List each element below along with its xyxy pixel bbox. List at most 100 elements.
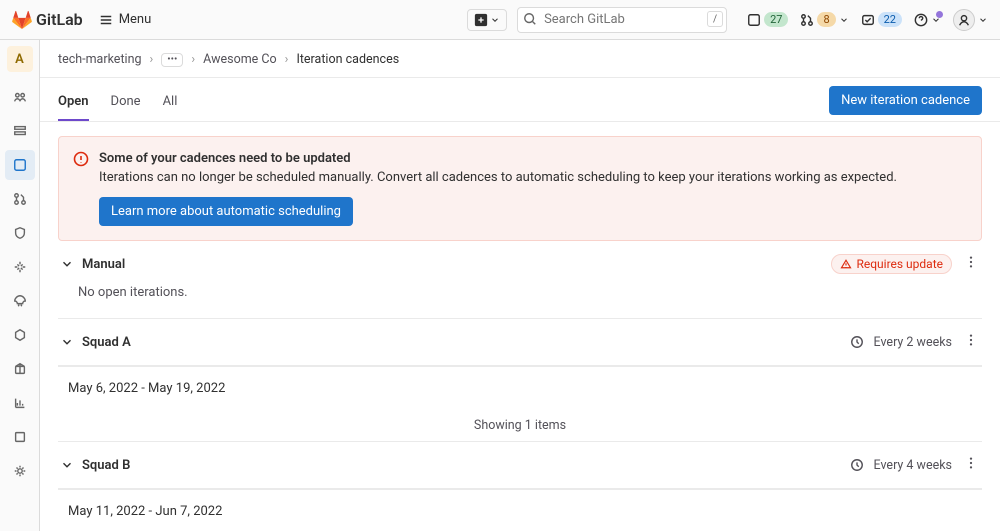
top-nav: GitLab Menu / 27 8 22: [0, 0, 1000, 40]
iteration-row[interactable]: May 6, 2022 - May 19, 2022: [58, 366, 982, 410]
empty-state-text: No open iterations.: [60, 275, 980, 306]
sidebar-item-merge-requests[interactable]: [5, 184, 35, 214]
gitlab-logo[interactable]: GitLab: [12, 10, 83, 30]
main-content: tech-marketing › ••• › Awesome Co › Iter…: [40, 40, 1000, 531]
requires-update-badge: Requires update: [831, 254, 952, 274]
breadcrumb-current: Iteration cadences: [296, 52, 399, 67]
tab-all[interactable]: All: [163, 84, 178, 121]
cadence-header[interactable]: Squad A Every 2 weeks: [60, 331, 980, 353]
create-new-dropdown[interactable]: [467, 9, 507, 31]
chevron-down-icon[interactable]: [60, 335, 74, 349]
book-icon: [13, 430, 27, 444]
sidebar-item-kubernetes[interactable]: [5, 320, 35, 350]
breadcrumb-group[interactable]: Awesome Co: [203, 52, 277, 67]
merge-request-icon: [800, 13, 814, 27]
menu-label: Menu: [119, 12, 152, 27]
epic-icon: [13, 124, 27, 138]
cadence-section: Squad B Every 4 weeks: [58, 442, 982, 489]
shield-icon: [13, 226, 27, 240]
chevron-right-icon: ›: [191, 52, 195, 67]
search-kbd-hint: /: [707, 11, 723, 27]
menu-button[interactable]: Menu: [93, 8, 158, 31]
issues-icon: [13, 158, 27, 172]
sidebar-item-analytics[interactable]: [5, 388, 35, 418]
kebab-icon: [964, 456, 978, 470]
cadence-header[interactable]: Manual Requires update: [60, 253, 980, 275]
cadence-section: Squad A Every 2 weeks: [58, 319, 982, 366]
question-icon: [914, 13, 928, 27]
update-alert: Some of your cadences need to be updated…: [58, 136, 982, 241]
chevron-right-icon: ›: [285, 52, 289, 67]
cadence-title: Squad B: [82, 458, 130, 473]
kebab-icon: [964, 333, 978, 347]
side-nav: A: [0, 40, 40, 531]
chart-icon: [13, 396, 27, 410]
sidebar-item-packages[interactable]: [5, 354, 35, 384]
search-input[interactable]: [517, 7, 727, 33]
sidebar-item-issues[interactable]: [5, 150, 35, 180]
tab-done[interactable]: Done: [111, 84, 141, 121]
sidebar-item-ci[interactable]: [5, 252, 35, 282]
showing-count: Showing 1 items: [58, 410, 982, 442]
todo-icon: [861, 13, 875, 27]
cadence-actions-menu[interactable]: [962, 331, 980, 353]
gear-icon: [13, 464, 27, 478]
cadence-title: Squad A: [82, 335, 131, 350]
warning-icon: [840, 258, 852, 270]
breadcrumb-root[interactable]: tech-marketing: [58, 52, 142, 67]
chevron-down-icon[interactable]: [60, 257, 74, 271]
sidebar-item-security[interactable]: [5, 218, 35, 248]
nav-counters: 27 8 22: [747, 9, 988, 31]
plus-square-icon: [474, 13, 488, 27]
help-dropdown[interactable]: [914, 13, 941, 27]
rocket-icon: [13, 260, 27, 274]
sidebar-item-settings[interactable]: [5, 456, 35, 486]
tab-open[interactable]: Open: [58, 84, 89, 121]
cadence-actions-menu[interactable]: [962, 253, 980, 275]
chevron-down-icon: [490, 13, 500, 27]
user-avatar: [953, 9, 975, 31]
sidebar-item-info[interactable]: [5, 82, 35, 112]
merge-requests-counter[interactable]: 8: [800, 12, 848, 27]
project-avatar[interactable]: A: [7, 46, 33, 72]
kebab-icon: [964, 255, 978, 269]
search-icon: [523, 12, 537, 26]
cadence-actions-menu[interactable]: [962, 454, 980, 476]
alert-body: Iterations can no longer be scheduled ma…: [99, 170, 967, 185]
package-icon: [13, 362, 27, 376]
chevron-right-icon: ›: [150, 52, 154, 67]
cadence-header[interactable]: Squad B Every 4 weeks: [60, 454, 980, 476]
group-icon: [13, 90, 27, 104]
cadence-frequency: Every 2 weeks: [874, 335, 952, 350]
chevron-down-icon: [978, 13, 988, 27]
iteration-row[interactable]: May 11, 2022 - Jun 7, 2022: [58, 489, 982, 531]
sidebar-item-wiki[interactable]: [5, 422, 35, 452]
hamburger-icon: [99, 13, 113, 27]
cadence-title: Manual: [82, 257, 125, 272]
new-cadence-button[interactable]: New iteration cadence: [829, 86, 982, 115]
sidebar-item-deployments[interactable]: [5, 286, 35, 316]
notification-dot-icon: [936, 11, 943, 18]
clock-icon: [850, 335, 864, 349]
person-icon: [957, 13, 971, 27]
sidebar-item-epics[interactable]: [5, 116, 35, 146]
chevron-down-icon: [839, 13, 849, 27]
merge-request-icon: [13, 192, 27, 206]
breadcrumb: tech-marketing › ••• › Awesome Co › Iter…: [40, 40, 1000, 78]
error-icon: [73, 151, 89, 167]
brand-text: GitLab: [36, 10, 83, 29]
cadence-section: Manual Requires update No open iteration…: [58, 241, 982, 319]
user-menu[interactable]: [953, 9, 988, 31]
deploy-icon: [13, 294, 27, 308]
cadence-frequency: Every 4 weeks: [874, 458, 952, 473]
issues-icon: [747, 13, 761, 27]
issues-counter[interactable]: 27: [747, 12, 788, 27]
tabs-row: Open Done All New iteration cadence: [40, 78, 1000, 122]
clock-icon: [850, 458, 864, 472]
breadcrumb-ellipsis[interactable]: •••: [161, 53, 183, 67]
chevron-down-icon[interactable]: [60, 458, 74, 472]
alert-title: Some of your cadences need to be updated: [99, 151, 967, 166]
search-box: /: [517, 7, 727, 33]
alert-learn-more-button[interactable]: Learn more about automatic scheduling: [99, 197, 353, 226]
todos-counter[interactable]: 22: [861, 12, 902, 27]
